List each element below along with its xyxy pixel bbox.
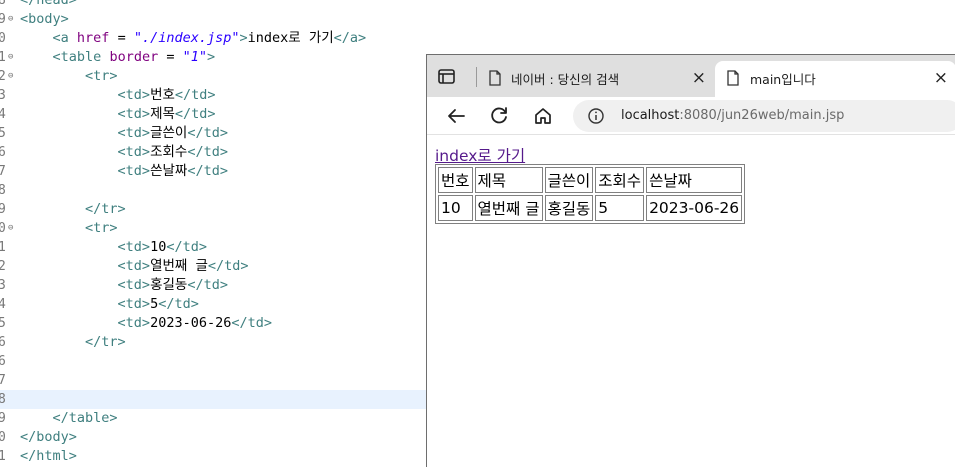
line-number: 0 (0, 430, 6, 445)
line-number: 2 (0, 259, 6, 274)
code-text: </tr> (85, 334, 126, 350)
line-number: 3 (0, 278, 6, 293)
table-row: 10 열번째 글 홍길동 5 2023-06-26 (438, 195, 743, 221)
line-number: 1 (0, 50, 6, 65)
code-text: </html> (20, 448, 77, 464)
line-number: 6 (0, 145, 6, 160)
table-row: 번호 제목 글쓴이 조회수 쓴날짜 (438, 167, 743, 193)
code-text: </tr> (85, 201, 126, 217)
line-number: 7 (0, 164, 6, 179)
code-text: <td>열번째 글</td> (117, 258, 249, 274)
tab-main[interactable]: main입니다 × (715, 61, 955, 97)
table-header-cell: 쓴날짜 (646, 167, 743, 193)
url-text[interactable]: localhost:8080/jun26web/main.jsp (621, 108, 844, 123)
tab-separator (476, 67, 477, 87)
code-text: <td>글쓴이</td> (117, 125, 228, 141)
code-line[interactable]: 9 ⊖ <body> (0, 10, 955, 29)
code-text: <a href = "./index.jsp">index로 가기</a> (52, 30, 367, 46)
code-line[interactable]: 8 </head> (0, 0, 955, 10)
table-cell: 5 (595, 195, 645, 221)
page-icon (488, 70, 502, 90)
line-number: 3 (0, 88, 6, 103)
line-number: 8 (0, 392, 6, 407)
browser-toolbar: localhost:8080/jun26web/main.jsp (427, 97, 955, 135)
close-icon[interactable]: × (934, 68, 948, 88)
line-number: 0 (0, 31, 6, 46)
url-path: :8080/jun26web/main.jsp (679, 108, 845, 123)
close-icon[interactable]: × (692, 68, 706, 88)
table-header-cell: 제목 (474, 167, 543, 193)
fold-icon[interactable]: ⊖ (8, 10, 18, 29)
page-icon (726, 70, 740, 90)
line-number: 9 (0, 12, 6, 27)
table-cell: 열번째 글 (474, 195, 543, 221)
code-text: <td>조회수</td> (117, 144, 228, 160)
line-number: 1 (0, 449, 6, 464)
line-number: 0 (0, 221, 6, 236)
tab-title: 네이버 : 당신의 검색 (511, 72, 620, 87)
line-number: 4 (0, 107, 6, 122)
table-header-cell: 조회수 (595, 167, 645, 193)
address-bar[interactable]: localhost:8080/jun26web/main.jsp (573, 100, 955, 132)
table-header-cell: 번호 (438, 167, 473, 193)
tab-naver[interactable]: 네이버 : 당신의 검색 × (482, 61, 714, 97)
code-text: <tr> (85, 220, 118, 236)
line-number: 4 (0, 297, 6, 312)
reload-icon[interactable] (487, 104, 511, 128)
code-text: <tr> (85, 68, 118, 84)
tab-actions-icon[interactable] (436, 66, 458, 88)
data-table: 번호 제목 글쓴이 조회수 쓴날짜 10 열번째 글 홍길동 5 2023-06… (435, 164, 746, 224)
code-text: <td>쓴날짜</td> (117, 163, 228, 179)
line-number: 9 (0, 202, 6, 217)
table-header-cell: 글쓴이 (544, 167, 594, 193)
line-number: 5 (0, 316, 6, 331)
index-link[interactable]: index로 가기 (435, 144, 525, 166)
code-text: <td>10</td> (117, 239, 207, 255)
info-icon[interactable] (587, 107, 605, 125)
line-number: 7 (0, 373, 6, 388)
fold-icon[interactable]: ⊖ (8, 219, 18, 238)
code-text: <table border = "1"> (52, 49, 216, 65)
line-number: 5 (0, 126, 6, 141)
arrow-left-icon[interactable] (444, 104, 468, 128)
page-viewport: index로 가기 번호 제목 글쓴이 조회수 쓴날짜 10 열번째 글 홍길동… (427, 135, 955, 468)
code-text: </table> (52, 410, 118, 426)
code-text: <td>2023-06-26</td> (117, 315, 272, 331)
line-number: 2 (0, 69, 6, 84)
code-text: <body> (20, 11, 69, 27)
url-host: localhost (621, 108, 680, 123)
line-number: 9 (0, 411, 6, 426)
code-text: </head> (20, 0, 77, 8)
fold-icon[interactable]: ⊖ (8, 67, 18, 86)
home-icon[interactable] (531, 104, 555, 128)
code-text: </body> (20, 429, 77, 445)
line-number: 1 (0, 240, 6, 255)
table-cell: 홍길동 (544, 195, 594, 221)
code-text: <td>5</td> (117, 296, 199, 312)
line-number: 6 (0, 335, 6, 350)
line-number: 8 (0, 0, 6, 8)
table-cell: 2023-06-26 (646, 195, 743, 221)
tab-strip: 네이버 : 당신의 검색 × main입니다 × (427, 55, 955, 97)
code-text: <td>홍길동</td> (117, 277, 228, 293)
line-number: 8 (0, 183, 6, 198)
tab-title: main입니다 (750, 72, 816, 87)
code-text: <td>제목</td> (117, 106, 216, 122)
browser-window: 네이버 : 당신의 검색 × main입니다 × localhost:8080/… (426, 54, 955, 468)
code-line[interactable]: 0 <a href = "./index.jsp">index로 가기</a> (0, 29, 955, 48)
fold-icon[interactable]: ⊖ (8, 48, 18, 67)
line-number: 6 (0, 354, 6, 369)
code-text: <td>번호</td> (117, 87, 216, 103)
table-cell: 10 (438, 195, 473, 221)
